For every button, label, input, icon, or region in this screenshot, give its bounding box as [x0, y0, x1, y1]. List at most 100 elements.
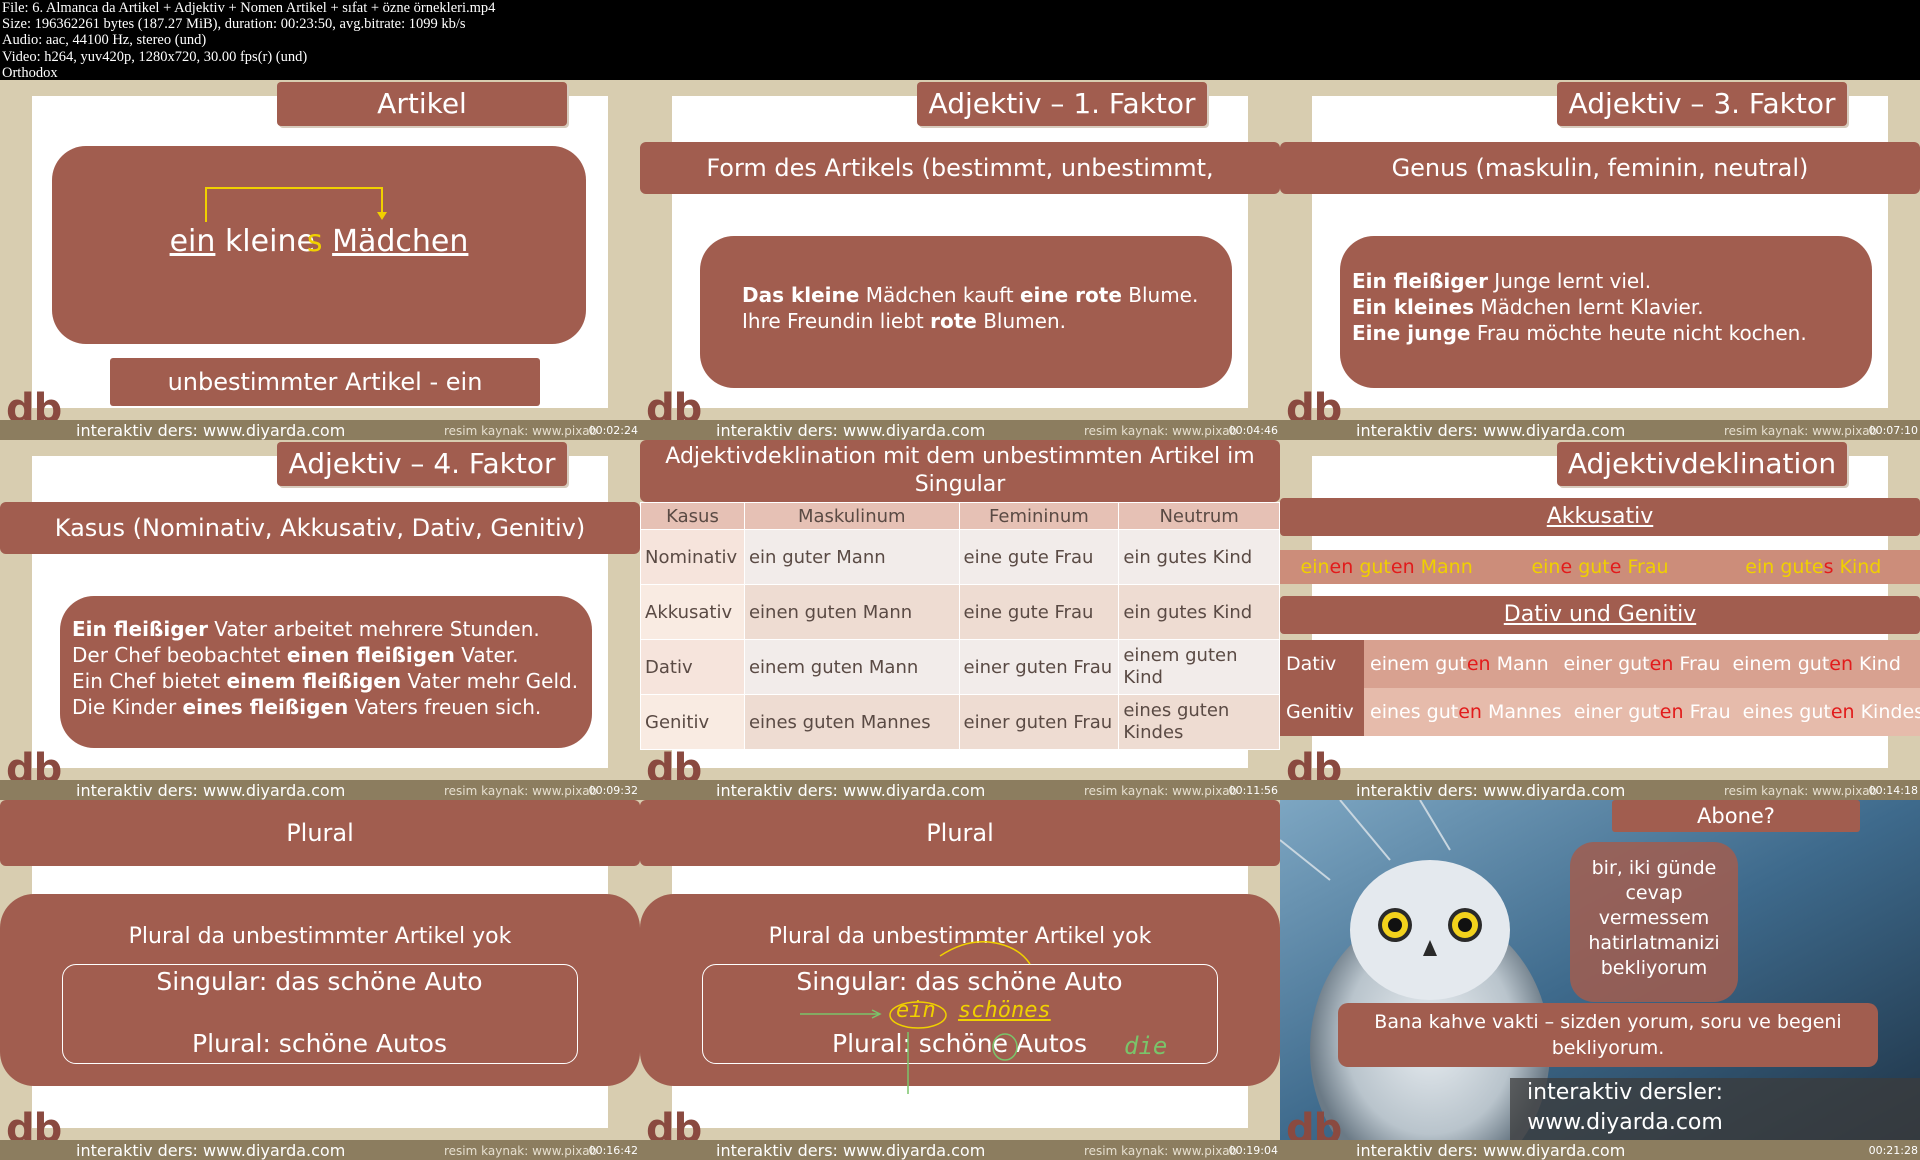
slide-footer: interaktiv ders: www.diyarda.com resim k…: [1280, 420, 1920, 440]
slide-subtitle: Genus (maskulin, feminin, neutral): [1280, 142, 1920, 194]
thumbnail-9[interactable]: Abone? bir, iki günde cevap vermessem ha…: [1280, 800, 1920, 1160]
row-label: Genitiv: [1280, 688, 1364, 736]
thumbnail-2[interactable]: Adjektiv – 1. Faktor Form des Artikels (…: [640, 80, 1280, 440]
thumbnail-1[interactable]: Artikel ein kleines Mädchen unbestimmter…: [0, 80, 640, 440]
slide-footer: interaktiv ders: www.diyarda.com resim k…: [0, 420, 640, 440]
column-header: Femininum: [958, 502, 1120, 530]
example-sentence: Der Chef beobachtet einen fleißigen Vate…: [72, 643, 519, 667]
arrow-diagram: [205, 187, 387, 222]
image-source: resim kaynak: www.pixab: [1724, 784, 1878, 798]
timestamp: 00:09:32: [588, 784, 638, 797]
accusative-masculine: einen guten Mann: [1300, 556, 1473, 578]
slide-title: Artikel: [277, 82, 567, 126]
adjective-word: kleine: [224, 224, 315, 259]
example-sentence: Ein fleißiger Vater arbeitet mehrere Stu…: [72, 617, 540, 641]
article-word: ein: [169, 224, 216, 259]
handwritten-plural-article: die: [1124, 1032, 1168, 1060]
site-url: interaktiv ders: www.diyarda.com: [716, 421, 986, 440]
example-sentence: Ein Chef bietet einem fleißigen Vater me…: [72, 669, 579, 693]
slide-title: Adjektiv – 1. Faktor: [917, 82, 1207, 126]
timestamp: 00:16:42: [588, 1144, 638, 1157]
caption-box: unbestimmter Artikel - ein: [110, 358, 540, 406]
table-cell: ein guter Mann: [743, 529, 960, 585]
example-sentence: Das kleine Mädchen kauft eine rote Blume…: [742, 283, 1199, 307]
plural-example: Plural: schöne Autos: [192, 1029, 447, 1058]
image-source: resim kaynak: www.pixab: [1084, 784, 1238, 798]
singular-example: Singular: das schöne Auto: [156, 967, 483, 996]
site-url: interaktiv ders: www.diyarda.com: [76, 421, 346, 440]
table-cell: eine gute Frau: [958, 529, 1120, 585]
slide-title: Adjektivdeklination mit dem unbestimmten…: [640, 440, 1280, 502]
accusative-row: einen guten Mann eine gute Frau ein gute…: [1280, 550, 1920, 584]
genitive-feminine: einer guten Frau: [1573, 701, 1731, 723]
handwritten-adjective: schönes: [958, 998, 1051, 1023]
image-source: resim kaynak: www.pixab: [444, 1144, 598, 1158]
table-cell: einen guten Mann: [743, 584, 960, 640]
note-text: Plural da unbestimmter Artikel yok: [128, 924, 512, 949]
slide-footer: interaktiv ders: www.diyarda.com resim k…: [640, 780, 1280, 800]
table-cell: einer guten Frau: [958, 639, 1120, 695]
accusative-neuter: ein gutes Kind: [1745, 556, 1882, 578]
timestamp: 00:11:56: [1228, 784, 1278, 797]
site-url: interaktiv ders: www.diyarda.com: [1356, 421, 1626, 440]
dative-masculine: einem guten Mann: [1370, 653, 1549, 675]
table-cell: eines guten Kindes: [1118, 694, 1280, 750]
example-box: Das kleine Mädchen kauft eine rote Blume…: [700, 236, 1232, 388]
file-info-line: Video: h264, yuv420p, 1280x720, 30.00 fp…: [2, 48, 308, 65]
slide-title: Plural: [0, 800, 640, 866]
thumbnail-3[interactable]: Adjektiv – 3. Faktor Genus (maskulin, fe…: [1280, 80, 1920, 440]
table-row: Genitiv eines guten Mannes einer guten F…: [640, 694, 1280, 750]
slide-footer: interaktiv ders: www.diyarda.com resim k…: [640, 420, 1280, 440]
table-cell: eine gute Frau: [958, 584, 1120, 640]
table-row: Akkusativ einen guten Mann eine gute Fra…: [640, 584, 1280, 640]
genitive-masculine: eines guten Mannes: [1370, 701, 1562, 723]
reminder-bubble: bir, iki günde cevap vermessem hatirlatm…: [1570, 842, 1738, 1002]
image-source: resim kaynak: www.pixab: [444, 784, 598, 798]
image-source: resim kaynak: www.pixab: [444, 424, 598, 438]
row-label: Dativ: [1280, 640, 1364, 688]
timestamp: 00:02:24: [588, 424, 638, 437]
dative-feminine: einer guten Frau: [1563, 653, 1721, 675]
table-cell: ein gutes Kind: [1118, 529, 1280, 585]
file-info-line: Size: 196362261 bytes (187.27 MiB), dura…: [2, 16, 466, 33]
slide-footer: interaktiv ders: www.diyarda.com resim k…: [0, 780, 640, 800]
thumbnail-8[interactable]: Plural Plural da unbestimmter Artikel yo…: [640, 800, 1280, 1160]
dative-genitive-heading: Dativ und Genitiv: [1280, 596, 1920, 634]
example-phrase: ein kleines Mädchen: [52, 224, 586, 259]
thumbnail-6[interactable]: Adjektivdeklination Akkusativ einen gute…: [1280, 440, 1920, 800]
table-cell: Akkusativ: [640, 584, 745, 640]
example-box: Plural da unbestimmter Artikel yok Singu…: [640, 894, 1280, 1094]
file-info-line: Audio: aac, 44100 Hz, stereo (und): [2, 32, 207, 49]
slide-title: Plural: [640, 800, 1280, 866]
table-header-row: Kasus Maskulinum Femininum Neutrum: [640, 502, 1280, 530]
example-box: Plural da unbestimmter Artikel yok Singu…: [0, 894, 640, 1086]
thumbnail-4[interactable]: Adjektiv – 4. Faktor Kasus (Nominativ, A…: [0, 440, 640, 800]
slide-title: Adjektiv – 3. Faktor: [1557, 82, 1847, 126]
example-sentence: Ein fleißiger Junge lernt viel.: [1352, 269, 1652, 293]
thumbnail-7[interactable]: Plural Plural da unbestimmter Artikel yo…: [0, 800, 640, 1160]
dative-neuter: einem guten Kind: [1732, 653, 1901, 675]
table-cell: Nominativ: [640, 529, 745, 585]
comparison-frame: Singular: das schöne Auto Plural: schöne…: [62, 964, 578, 1064]
example-sentence: Die Kinder eines fleißigen Vaters freuen…: [72, 695, 542, 719]
slide-title: Adjektivdeklination: [1557, 442, 1847, 486]
table-cell: einem guten Kind: [1118, 639, 1280, 695]
declension-table: Kasus Maskulinum Femininum Neutrum Nomin…: [640, 502, 1280, 750]
slide-subtitle: Kasus (Nominativ, Akkusativ, Dativ, Geni…: [0, 502, 640, 554]
genitive-row: Genitiv eines guten Mannes einer guten F…: [1280, 688, 1920, 736]
file-info-header: File: 6. Almanca da Artikel + Adjektiv +…: [0, 0, 1920, 81]
genitive-neuter: eines guten Kindes: [1742, 701, 1920, 723]
image-source: resim kaynak: www.pixab: [1084, 424, 1238, 438]
site-url: interaktiv ders: www.diyarda.com: [76, 1141, 346, 1160]
file-info-line: File: 6. Almanca da Artikel + Adjektiv +…: [2, 0, 496, 16]
thumbnail-5[interactable]: Adjektivdeklination mit dem unbestimmten…: [640, 440, 1280, 800]
slide-footer: interaktiv ders: www.diyarda.com 00:21:2…: [1280, 1140, 1920, 1160]
example-box: ein kleines Mädchen: [52, 146, 586, 344]
example-box: Ein fleißiger Junge lernt viel. Ein klei…: [1340, 236, 1872, 388]
image-source: resim kaynak: www.pixab: [1724, 424, 1878, 438]
table-cell: eines guten Mannes: [743, 694, 960, 750]
table-cell: Dativ: [640, 639, 745, 695]
file-info-line: Orthodox: [2, 64, 58, 81]
site-banner: interaktiv dersler: www.diyarda.com: [1510, 1078, 1920, 1140]
slide-title: Adjektiv – 4. Faktor: [277, 442, 567, 486]
